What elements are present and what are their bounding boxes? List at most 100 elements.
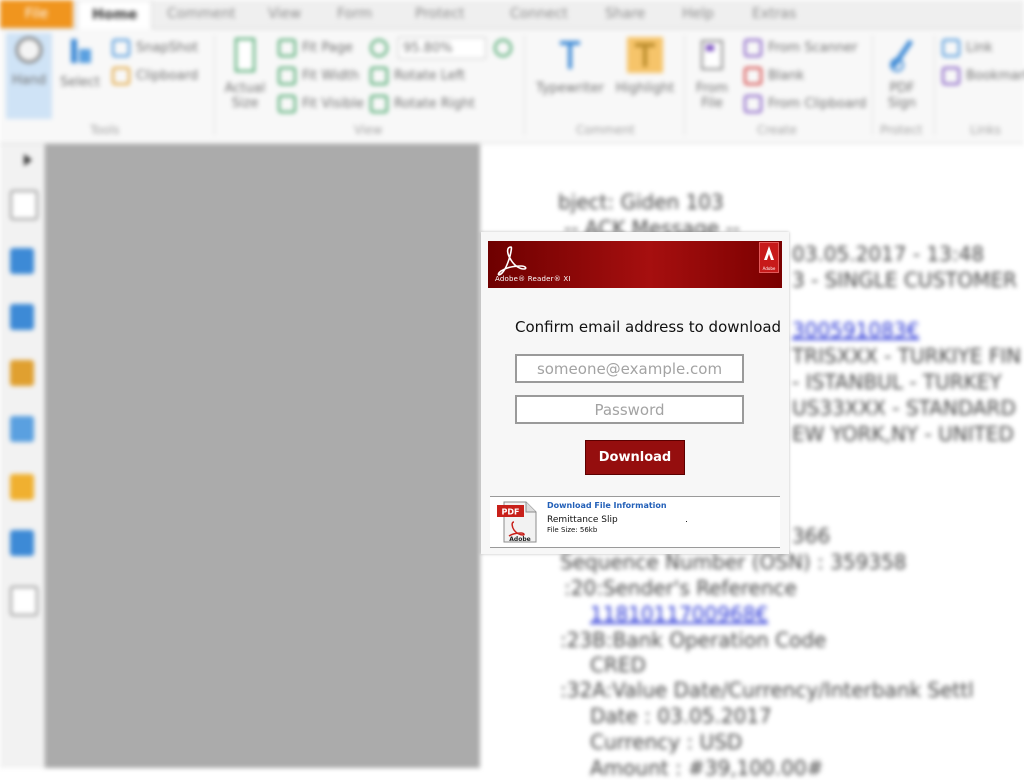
doc-link[interactable]: 1181011700968€ <box>590 602 768 626</box>
hand-tool-button[interactable]: Hand <box>6 33 52 119</box>
pdf-file-icon: PDF Adobe <box>497 501 537 543</box>
link-button[interactable]: Link <box>942 39 993 57</box>
clipboard-icon <box>112 67 130 85</box>
expand-arrow-icon[interactable] <box>24 154 34 166</box>
group-label-protect: Protect <box>880 123 923 137</box>
decorative-dot <box>686 521 687 522</box>
rotate-right-icon <box>370 95 388 113</box>
tab-protect[interactable]: Protect <box>415 6 465 22</box>
tab-comment[interactable]: Comment <box>167 6 236 22</box>
scanner-icon <box>744 39 762 57</box>
adobe-icon-label: Adobe <box>509 536 530 543</box>
actual-size-icon <box>235 38 255 72</box>
ribbon-home: Hand Select SnapShot Clipboard Tools Act… <box>0 29 1024 144</box>
from-clipboard-icon <box>744 95 762 113</box>
rotate-right-button[interactable]: Rotate Right <box>370 95 475 113</box>
doc-line: EW YORK,NY - UNITED <box>792 422 1014 446</box>
download-button[interactable]: Download <box>585 440 685 475</box>
clipboard-button[interactable]: Clipboard <box>112 67 198 85</box>
rotate-left-icon <box>370 67 388 85</box>
from-file-button[interactable]: From File <box>690 35 734 111</box>
file-size: File Size: 56kb <box>547 526 598 534</box>
from-clipboard-button[interactable]: From Clipboard <box>744 95 866 113</box>
download-dialog: Adobe® Reader® XI Adobe Confirm email ad… <box>481 232 789 554</box>
file-info-title: Download File Information <box>547 501 667 510</box>
pdf-icon-label: PDF <box>502 508 520 517</box>
bookmark-button[interactable]: Bookmark <box>942 67 1024 85</box>
lock-icon[interactable] <box>10 474 34 500</box>
zoom-in-button[interactable] <box>494 39 518 57</box>
from-scanner-button[interactable]: From Scanner <box>744 39 858 57</box>
actual-size-button[interactable]: Actual Size <box>222 35 268 111</box>
zoom-in-icon <box>494 39 512 57</box>
adobe-a-icon <box>764 246 774 260</box>
doc-line: 3 - SINGLE CUSTOMER <box>792 268 1017 292</box>
typewriter-button[interactable]: Typewriter <box>534 35 606 96</box>
doc-line: Amount : #39,100.00# <box>590 756 824 780</box>
fit-visible-button[interactable]: Fit Visible <box>278 95 364 113</box>
badge-label: Adobe <box>762 266 776 271</box>
group-label-view: View <box>354 123 383 137</box>
tab-file[interactable]: File <box>0 0 73 28</box>
email-field[interactable] <box>515 354 744 383</box>
link-icon <box>942 39 960 57</box>
fit-visible-icon <box>278 95 296 113</box>
blank-page-icon <box>744 67 762 85</box>
group-label-create: Create <box>757 123 797 137</box>
fit-page-button[interactable]: Fit Page <box>278 39 353 57</box>
doc-line: 366 <box>792 524 831 548</box>
doc-line: :32A:Value Date/Currency/Interbank Settl <box>560 678 974 702</box>
doc-line: Date : 03.05.2017 <box>590 704 772 728</box>
fit-width-button[interactable]: Fit Width <box>278 67 359 85</box>
document-viewer-background <box>45 144 480 768</box>
file-name: Remittance Slip <box>547 515 618 525</box>
doc-line: US33XXX - STANDARD <box>792 396 1016 420</box>
select-tool-button[interactable]: Select <box>58 35 102 90</box>
tab-connect[interactable]: Connect <box>510 6 568 22</box>
pages-icon[interactable] <box>10 190 38 220</box>
group-separator <box>934 35 935 135</box>
highlight-button[interactable]: Highlight <box>612 35 678 96</box>
camera-icon <box>112 39 130 57</box>
tab-form[interactable]: Form <box>337 6 372 22</box>
zoom-out-button[interactable] <box>370 39 394 57</box>
zoom-out-icon <box>370 39 388 57</box>
select-cursor-icon <box>71 39 91 63</box>
pdf-sign-button[interactable]: PDF Sign <box>878 35 926 111</box>
signature-icon[interactable] <box>10 530 34 556</box>
layers-icon[interactable] <box>10 248 34 274</box>
rotate-left-button[interactable]: Rotate Left <box>370 67 465 85</box>
ribbon-tab-bar: File Home Comment View Form Protect Conn… <box>0 0 1024 30</box>
fit-width-icon <box>278 67 296 85</box>
blank-page-button[interactable]: Blank <box>744 67 804 85</box>
from-file-icon <box>701 40 723 70</box>
tab-extras[interactable]: Extras <box>752 6 796 22</box>
doc-link[interactable]: 300591083€ <box>792 318 919 342</box>
bookmark-icon <box>942 67 960 85</box>
file-info-panel: PDF Adobe Download File Information Remi… <box>490 496 780 548</box>
snapshot-button[interactable]: SnapShot <box>112 39 198 57</box>
group-separator <box>214 35 215 135</box>
navigation-side-panel <box>0 144 45 768</box>
paperclip-icon[interactable] <box>10 416 34 442</box>
comments-panel-icon[interactable] <box>10 304 34 330</box>
tab-view[interactable]: View <box>268 6 301 22</box>
group-separator <box>684 35 685 135</box>
group-label-comment: Comment <box>576 123 635 137</box>
tab-help[interactable]: Help <box>682 6 714 22</box>
doc-line: TRISXXX - TURKIYE FIN <box>792 344 1022 368</box>
attachments-icon[interactable] <box>10 360 34 386</box>
doc-line: :23B:Bank Operation Code <box>560 628 827 652</box>
group-separator <box>524 35 525 135</box>
dialog-heading: Confirm email address to download <box>515 318 782 336</box>
tab-home[interactable]: Home <box>77 0 153 30</box>
adobe-banner: Adobe® Reader® XI Adobe <box>488 241 782 288</box>
hand-icon <box>15 36 43 64</box>
group-separator <box>872 35 873 135</box>
password-field[interactable] <box>515 395 744 424</box>
doc-line: Currency : USD <box>590 730 743 754</box>
properties-icon[interactable] <box>10 586 38 616</box>
tab-share[interactable]: Share <box>605 6 645 22</box>
banner-brand-text: Adobe® Reader® XI <box>495 275 571 283</box>
zoom-level-select[interactable]: 95.80% <box>398 37 486 59</box>
